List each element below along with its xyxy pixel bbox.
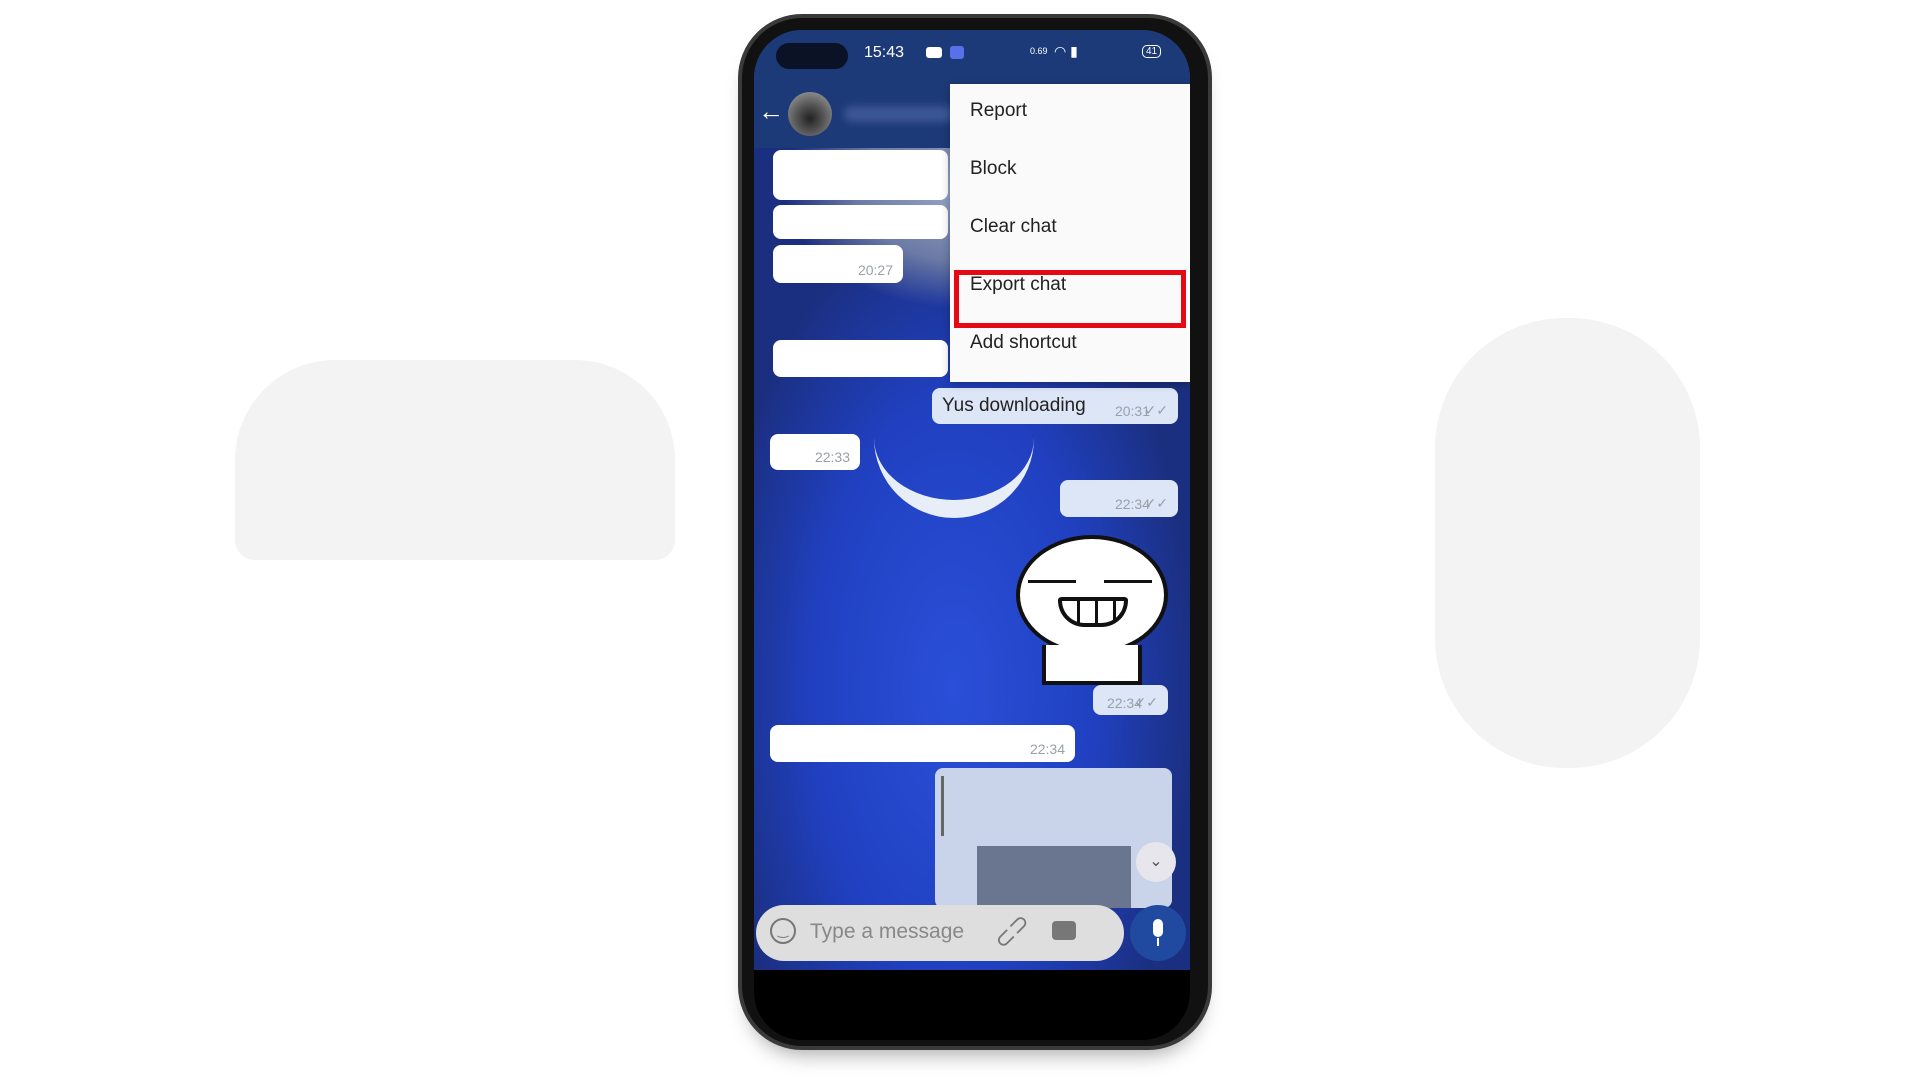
highlight-box xyxy=(954,270,1186,328)
emoji-icon[interactable]: ‿ xyxy=(770,918,796,944)
avatar[interactable] xyxy=(788,92,832,136)
phone-chin xyxy=(754,970,1190,1040)
message-bubble[interactable]: 20:27 xyxy=(773,245,903,283)
message-bubble-outgoing[interactable]: Yus downloading 20:31 ✓✓ xyxy=(932,388,1178,424)
double-check-icon: ✓✓ xyxy=(1144,495,1168,511)
menu-item-clear-chat[interactable]: Clear chat xyxy=(950,200,1190,258)
message-bubble[interactable] xyxy=(773,205,948,239)
chat-screen: 15:43 0.69 ◠ ▮ 41 ← 20:27 Yus downloadin… xyxy=(754,30,1190,970)
contact-name-blurred[interactable] xyxy=(844,106,954,122)
double-check-icon: ✓✓ xyxy=(1134,694,1158,710)
message-bubble[interactable] xyxy=(773,340,948,377)
message-bubble[interactable] xyxy=(773,150,948,200)
watermark-logo xyxy=(1435,318,1700,768)
grinning-sticker[interactable] xyxy=(1016,535,1168,685)
message-input[interactable]: ‿ Type a message ⊂⊃ xyxy=(756,905,1124,961)
network-speed: 0.69 xyxy=(1030,46,1048,56)
battery-icon: 41 xyxy=(1142,45,1162,58)
status-bar: 15:43 0.69 ◠ ▮ 41 xyxy=(754,30,1190,80)
camera-cutout xyxy=(776,43,848,69)
message-time-outgoing: 22:34 ✓✓ xyxy=(1093,685,1168,715)
status-time: 15:43 xyxy=(864,44,905,61)
menu-item-report[interactable]: Report xyxy=(950,84,1190,142)
overflow-menu: Report Block Clear chat Export chat Add … xyxy=(950,84,1190,382)
paperclip-icon[interactable]: ⊂⊃ xyxy=(988,907,1037,956)
app-notification-icon xyxy=(950,46,964,59)
message-bubble[interactable]: 22:34 xyxy=(770,725,1075,762)
message-bubble[interactable]: 22:33 xyxy=(770,434,860,470)
quoted-reply-bubble[interactable] xyxy=(935,768,1172,908)
microphone-icon xyxy=(1153,919,1163,937)
wifi-icon: ◠ ▮ xyxy=(1054,43,1078,59)
message-placeholder: Type a message xyxy=(810,920,965,943)
youtube-icon xyxy=(926,47,942,58)
mic-button[interactable] xyxy=(1130,905,1186,961)
camera-icon[interactable] xyxy=(1052,921,1076,940)
scroll-down-icon[interactable]: ⌄ xyxy=(1136,842,1176,882)
tom-cat-image[interactable] xyxy=(977,846,1131,908)
double-check-icon: ✓✓ xyxy=(1144,402,1168,418)
message-bubble-outgoing[interactable]: 22:34 ✓✓ xyxy=(1060,480,1178,517)
watermark-logo xyxy=(235,360,675,560)
menu-item-block[interactable]: Block xyxy=(950,142,1190,200)
back-arrow-icon[interactable]: ← xyxy=(758,96,784,127)
